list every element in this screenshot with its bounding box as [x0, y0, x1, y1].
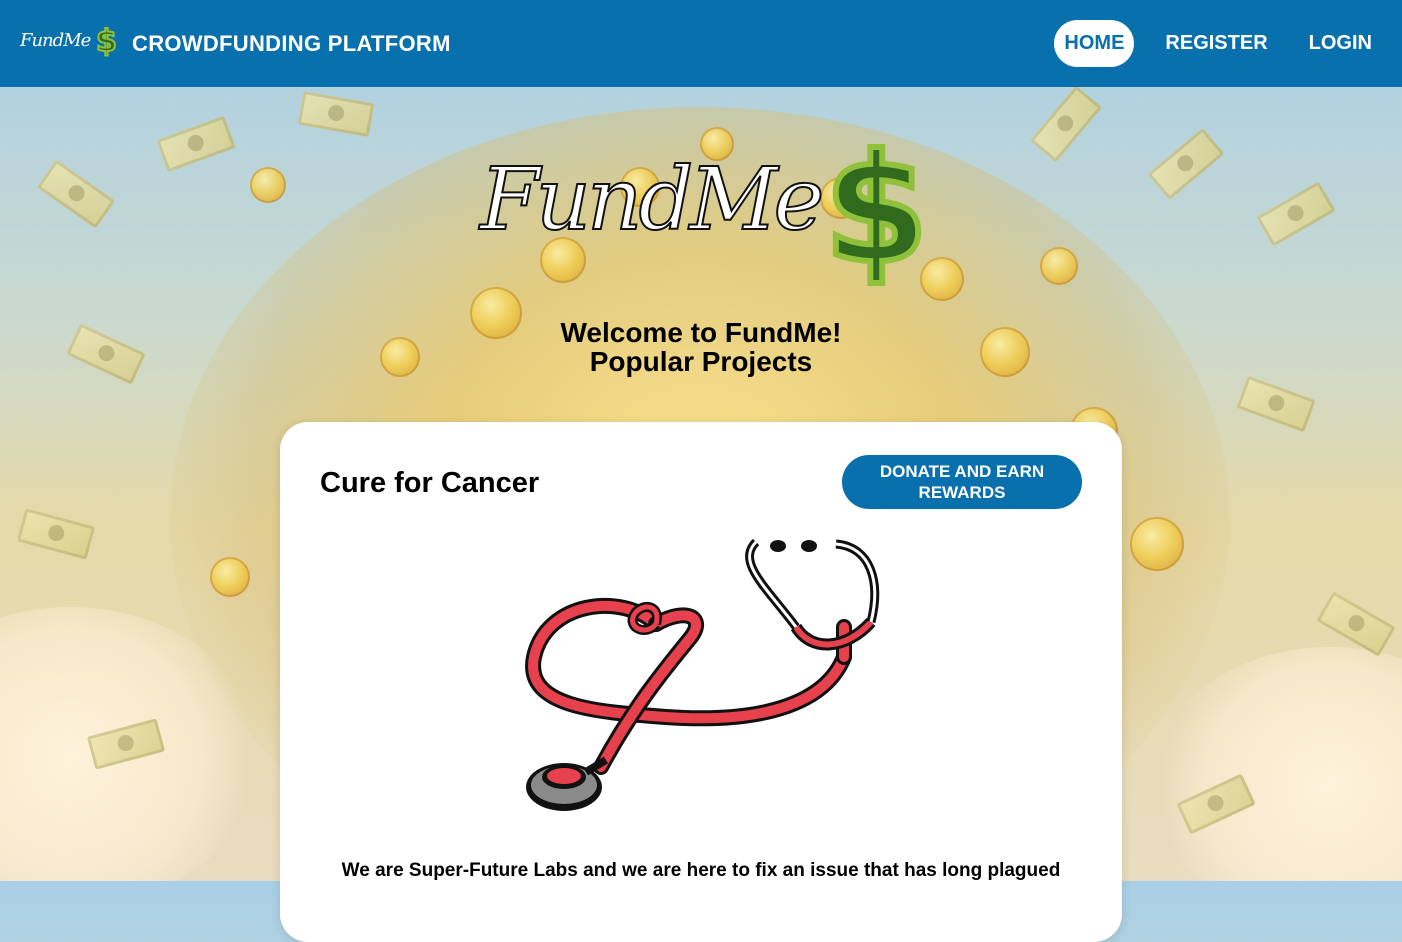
nav-login[interactable]: LOGIN: [1299, 20, 1382, 67]
project-description: We are Super-Future Labs and we are here…: [341, 860, 1061, 881]
popular-projects-heading: Popular Projects: [589, 346, 813, 377]
coin: [210, 557, 250, 597]
nav-register[interactable]: REGISTER: [1155, 20, 1277, 67]
dollar-icon: $: [95, 23, 118, 60]
hero-logo: FundMe $: [478, 122, 931, 300]
money-bill: [36, 159, 116, 229]
money-bill: [1029, 87, 1103, 163]
donate-button[interactable]: DONATE AND EARN REWARDS: [842, 455, 1082, 509]
project-title: Cure for Cancer: [320, 467, 540, 499]
money-bill: [297, 91, 375, 137]
brand[interactable]: FundMe $ CROWDFUNDING PLATFORM: [20, 23, 451, 64]
main-nav: HOME REGISTER LOGIN: [1033, 20, 1382, 67]
coin: [1040, 247, 1078, 285]
money-bill: [156, 115, 236, 173]
fundme-logo: FundMe $: [20, 23, 120, 64]
welcome-text: Welcome to FundMe!: [560, 317, 842, 348]
project-card: Cure for Cancer DONATE AND EARN REWARDS …: [280, 422, 1122, 942]
coin: [1130, 517, 1184, 571]
money-bill: [1236, 375, 1316, 433]
money-bill: [1147, 127, 1225, 201]
logo-script-text: FundMe: [20, 30, 91, 51]
hero-logo-script: FundMe: [479, 149, 825, 251]
cloud-right: [1150, 647, 1402, 881]
coin: [250, 167, 286, 203]
hero-dollar-icon: $: [821, 122, 931, 298]
money-bill: [1256, 181, 1336, 247]
money-bill: [16, 508, 96, 560]
stethoscope-heart-icon: [525, 538, 880, 811]
platform-title: CROWDFUNDING PLATFORM: [132, 31, 451, 56]
nav-home[interactable]: HOME: [1054, 20, 1135, 67]
welcome-heading: Welcome to FundMe! Popular Projects: [0, 318, 1402, 376]
top-navbar: FundMe $ CROWDFUNDING PLATFORM HOME REGI…: [0, 0, 1402, 87]
